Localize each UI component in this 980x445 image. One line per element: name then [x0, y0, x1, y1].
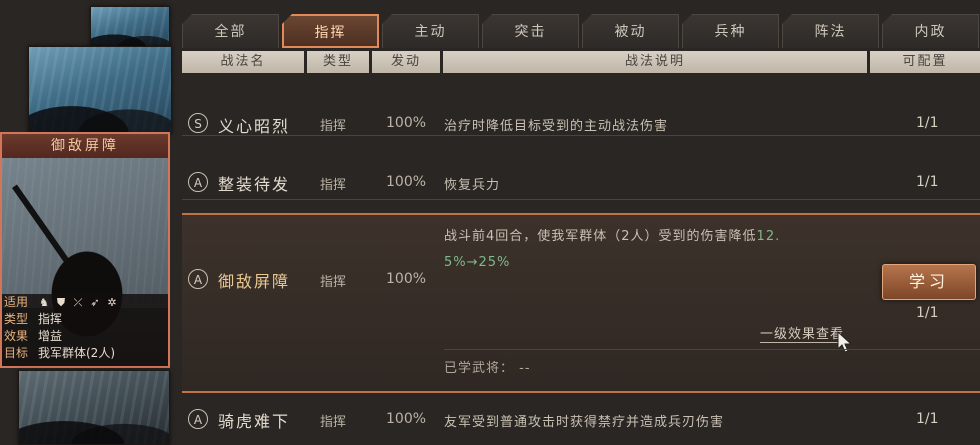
tactic-type: 指挥 — [320, 178, 347, 193]
grade-badge: A — [188, 172, 208, 192]
tactic-cfg: 1/1 — [916, 174, 939, 190]
tactic-desc: 恢复兵力 — [444, 178, 501, 193]
card-title: 御敌屏障 — [2, 134, 168, 159]
tactic-name: 骑虎难下 — [218, 412, 291, 431]
category-tabs: 全部 指挥 主动 突击 被动 兵种 阵法 内政 — [182, 14, 980, 50]
tactic-name: 义心昭烈 — [218, 117, 291, 136]
column-header-rate[interactable]: 发动 — [372, 51, 440, 73]
tactic-card[interactable] — [18, 370, 170, 445]
list-item[interactable]: A 骑虎难下 指挥 100% 友军受到普通攻击时获得禁疗并造成兵刃伤害 1/1 — [182, 393, 980, 443]
level-effect-link[interactable]: 一级效果查看 — [760, 323, 845, 343]
tactic-type: 指挥 — [320, 415, 347, 430]
column-header-desc: 战法说明 — [443, 51, 867, 73]
column-header-cfg[interactable]: 可配置 — [870, 51, 980, 73]
tactic-rate: 100% — [386, 411, 427, 427]
column-header-name[interactable]: 战法名 — [182, 51, 304, 73]
tab-assault[interactable]: 突击 — [482, 14, 579, 48]
unit-type-icons: ♞ ⛊ ⤫ ➶ ✲ — [38, 294, 118, 311]
tactic-desc: 友军受到普通攻击时获得禁疗并造成兵刃伤害 — [444, 415, 725, 430]
list-item-expanded[interactable]: A 御敌屏障 指挥 100% 战斗前4回合，使我军群体（2人）受到的伤害降低12… — [182, 213, 980, 393]
tactic-rate: 100% — [386, 174, 427, 190]
card-art — [2, 158, 168, 338]
tactic-cfg: 1/1 — [916, 411, 939, 427]
tab-all[interactable]: 全部 — [182, 14, 279, 48]
tactic-card[interactable] — [90, 6, 170, 48]
tactic-card[interactable] — [28, 46, 172, 134]
shield-icon: ⛊ — [56, 295, 66, 309]
tactic-cfg: 1/1 — [916, 115, 939, 131]
tab-command[interactable]: 指挥 — [282, 14, 379, 48]
cavalry-icon: ♞ — [39, 295, 49, 309]
tactic-list: S 义心昭烈 指挥 100% 治疗时降低目标受到的主动战法伤害 1/1 A 整装… — [182, 75, 980, 443]
grade-badge: A — [188, 409, 208, 429]
column-header-type[interactable]: 类型 — [307, 51, 369, 73]
bow-icon: ⤫ — [73, 295, 83, 309]
tactic-card-strip: 御敌屏障 适用 ♞ ⛊ ⤫ ➶ ✲ 类型 指挥 效果 增益 目标 我军群体(2人) — [0, 0, 175, 445]
grade-badge: A — [188, 269, 208, 289]
tactic-rate: 100% — [386, 115, 427, 131]
tactic-desc: 战斗前4回合，使我军群体（2人）受到的伤害降低12. 5%→25% — [444, 229, 781, 270]
tab-troop[interactable]: 兵种 — [682, 14, 779, 48]
tab-formation[interactable]: 阵法 — [782, 14, 879, 48]
list-item[interactable]: A 整装待发 指挥 100% 恢复兵力 1/1 — [182, 159, 980, 200]
tactic-type: 指挥 — [320, 275, 347, 290]
tactic-rate: 100% — [386, 271, 427, 287]
tab-internal[interactable]: 内政 — [882, 14, 979, 48]
tab-passive[interactable]: 被动 — [582, 14, 679, 48]
grade-badge: S — [188, 113, 208, 133]
card-info: 适用 ♞ ⛊ ⤫ ➶ ✲ 类型 指挥 效果 增益 目标 我军群体(2人) — [2, 294, 168, 366]
spear-icon: ➶ — [90, 295, 100, 309]
wheel-icon: ✲ — [107, 295, 117, 309]
learn-button[interactable]: 学习 — [882, 264, 976, 300]
tactic-name: 整装待发 — [218, 175, 291, 194]
tactic-type: 指挥 — [320, 119, 347, 134]
tactic-name: 御敌屏障 — [218, 272, 291, 291]
tab-active[interactable]: 主动 — [382, 14, 479, 48]
tactic-cfg: 1/1 — [916, 305, 939, 321]
selected-tactic-card[interactable]: 御敌屏障 适用 ♞ ⛊ ⤫ ➶ ✲ 类型 指挥 效果 增益 目标 我军群体(2人) — [0, 132, 170, 368]
tactic-desc: 治疗时降低目标受到的主动战法伤害 — [444, 119, 669, 134]
list-item[interactable]: S 义心昭烈 指挥 100% 治疗时降低目标受到的主动战法伤害 1/1 — [182, 75, 980, 136]
learned-generals: 已学武将： -- — [444, 361, 531, 376]
